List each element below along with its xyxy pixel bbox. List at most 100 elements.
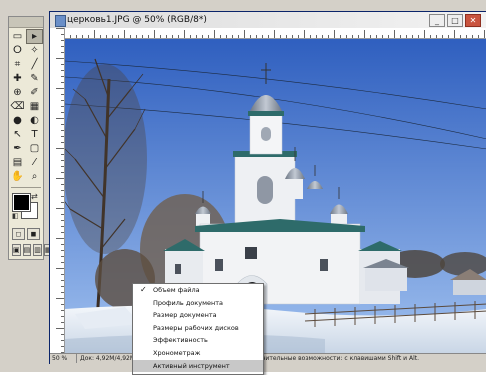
ruler-tick <box>184 30 185 38</box>
ruler-tick <box>56 148 64 149</box>
ruler-tick <box>178 35 179 38</box>
ruler-tick <box>56 238 64 239</box>
vertical-ruler[interactable] <box>50 28 65 353</box>
type-tool-icon[interactable]: T <box>27 128 42 141</box>
menu-item[interactable]: Профиль документа <box>133 297 263 310</box>
path-selection-icon[interactable]: ↖ <box>10 128 25 141</box>
move-tool-icon[interactable]: ▸ <box>26 29 43 44</box>
screen-mode-menu-icon[interactable]: ▤ <box>22 244 32 256</box>
healing-brush-icon[interactable]: ✚ <box>10 72 25 85</box>
ruler-tick <box>61 220 64 221</box>
maximize-button[interactable]: □ <box>447 14 463 27</box>
ruler-tick <box>61 274 64 275</box>
lasso-tool-icon[interactable]: ⵔ <box>10 44 25 57</box>
document-titlebar[interactable]: церковь1.JPG @ 50% (RGB/8*) _ □ ✕ <box>50 12 486 28</box>
image-canvas[interactable] <box>65 39 486 353</box>
ruler-tick <box>256 35 257 38</box>
ruler-tick <box>61 94 64 95</box>
brush-tool-icon[interactable]: ✎ <box>27 72 42 85</box>
ruler-tick <box>112 35 113 38</box>
clone-stamp-icon[interactable]: ⊕ <box>10 86 25 99</box>
ruler-tick <box>406 35 407 38</box>
menu-item[interactable]: Хронометраж <box>133 347 263 360</box>
ruler-tick <box>106 35 107 38</box>
ruler-tick <box>61 280 64 281</box>
ruler-tick <box>61 232 64 233</box>
status-bar: 50 % Док: 4,92М/4,92М ▶ олнительные возм… <box>50 353 486 364</box>
document-size-info[interactable]: Док: 4,92М/4,92М <box>80 354 135 364</box>
toolbox-divider <box>11 187 41 188</box>
document-title: церковь1.JPG @ 50% (RGB/8*) <box>67 15 207 25</box>
tool-grid: ▭ ▸ ⵔ ✧ ⌗ ╱ ✚ ✎ ⊕ ✐ ⌫ ▦ ● ◐ ↖ T ✒ ▢ ▤ ⁄ ✋ ⌕ <box>9 28 43 185</box>
ruler-tick <box>61 112 64 113</box>
quick-mask-icon[interactable]: ◼ <box>27 228 40 240</box>
ruler-tick <box>61 82 64 83</box>
swap-colors-icon[interactable]: ⇄ <box>31 192 38 201</box>
magic-wand-icon[interactable]: ✧ <box>27 44 42 57</box>
ruler-tick <box>310 35 311 38</box>
ruler-tick <box>436 35 437 38</box>
ruler-tick <box>100 35 101 38</box>
menu-item[interactable]: Размеры рабочих дисков <box>133 322 263 335</box>
screen-mode-full-icon[interactable]: ▥ <box>33 244 42 256</box>
crop-tool-icon[interactable]: ⌗ <box>10 58 25 71</box>
default-colors-icon[interactable]: ◧ <box>12 212 19 220</box>
eyedropper-icon[interactable]: ⁄ <box>27 156 42 169</box>
ruler-tick <box>460 35 461 38</box>
dodge-tool-icon[interactable]: ◐ <box>27 114 42 127</box>
zoom-tool-icon[interactable]: ⌕ <box>27 170 42 183</box>
close-button[interactable]: ✕ <box>465 14 481 27</box>
ruler-tick <box>442 35 443 38</box>
ruler-tick <box>61 154 64 155</box>
horizontal-ruler[interactable] <box>64 28 486 39</box>
ruler-tick <box>56 208 64 209</box>
pen-tool-icon[interactable]: ✒ <box>10 142 25 155</box>
menu-item-label: Профиль документа <box>153 298 223 307</box>
ruler-tick <box>478 35 479 38</box>
ruler-tick <box>61 214 64 215</box>
screen-mode-standard-icon[interactable]: ▣ <box>12 244 21 256</box>
toolbox-panel: ▭▸ⵔ✧⌗╱✚✎⊕✐⌫▦●◐↖T✒▢▤⁄✋⌕ ⇄ ◧ ◻◼ ▣▤▥▦ <box>8 16 53 260</box>
toolbox-header[interactable] <box>9 17 43 28</box>
ruler-tick <box>61 136 64 137</box>
ruler-tick <box>61 160 64 161</box>
history-brush-icon[interactable]: ✐ <box>27 86 42 99</box>
ruler-tick <box>70 35 71 38</box>
foreground-color-swatch[interactable] <box>12 193 31 212</box>
menu-item[interactable]: Эффективность <box>133 334 263 347</box>
slice-tool-icon[interactable]: ╱ <box>27 58 42 71</box>
ruler-tick <box>166 35 167 38</box>
hand-tool-icon[interactable]: ✋ <box>10 170 25 183</box>
minimize-button[interactable]: _ <box>429 14 445 27</box>
ruler-tick <box>172 35 173 38</box>
shape-tool-icon[interactable]: ▢ <box>27 142 42 155</box>
eraser-tool-icon[interactable]: ⌫ <box>10 100 25 113</box>
ruler-tick <box>56 178 64 179</box>
blur-tool-icon[interactable]: ● <box>10 114 25 127</box>
ruler-tick <box>202 35 203 38</box>
ruler-tick <box>61 322 64 323</box>
ruler-tick <box>61 184 64 185</box>
notes-tool-icon[interactable]: ▤ <box>10 156 25 169</box>
marquee-tool-icon[interactable]: ▭ <box>10 30 25 43</box>
ruler-tick <box>268 35 269 38</box>
ruler-tick <box>61 142 64 143</box>
tree-crown <box>65 64 147 254</box>
status-hint: олнительные возможности: с клавишами Shi… <box>254 355 420 362</box>
ruler-tick <box>238 35 239 38</box>
ruler-tick <box>61 244 64 245</box>
checkmark-icon: ✓ <box>140 285 147 294</box>
menu-item[interactable]: Размер документа <box>133 309 263 322</box>
standard-mode-icon[interactable]: ◻ <box>12 228 25 240</box>
church-photo <box>65 39 486 353</box>
menu-item[interactable]: Активный инструмент <box>133 359 263 373</box>
ruler-tick <box>214 30 215 38</box>
menu-item[interactable]: ✓ Объем файла <box>133 284 263 297</box>
zoom-level[interactable]: 50 % <box>50 354 77 363</box>
ruler-tick <box>424 30 425 38</box>
ruler-tick <box>220 35 221 38</box>
ruler-tick <box>61 106 64 107</box>
color-swatches: ⇄ ◧ <box>9 190 43 224</box>
gradient-tool-icon[interactable]: ▦ <box>27 100 42 113</box>
ruler-tick <box>472 35 473 38</box>
